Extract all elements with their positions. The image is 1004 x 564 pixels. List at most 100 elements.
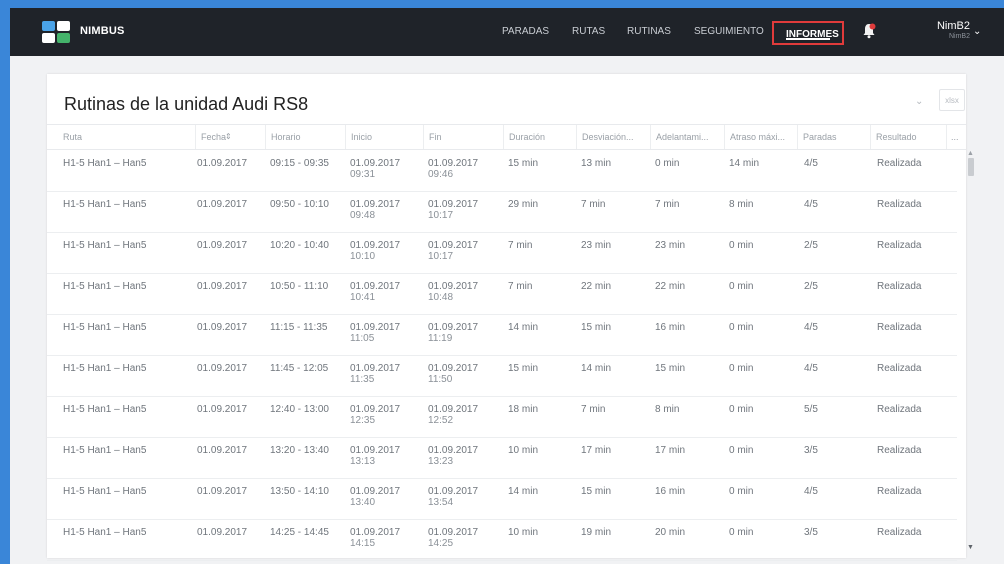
nav-seguimiento[interactable]: SEGUIMIENTO: [694, 26, 764, 37]
cell-date: 01.09.2017: [350, 404, 401, 415]
nav-informes[interactable]: INFORMES: [772, 21, 844, 45]
nimbus-logo-icon[interactable]: [42, 21, 72, 45]
table-cell-fin: 01.09.2017 13:23: [428, 445, 478, 467]
table-cell-desviacion: 14 min: [581, 363, 612, 374]
cell-date: 01.09.2017: [428, 404, 479, 415]
table-cell-horario: 14:25 - 14:45: [270, 527, 329, 538]
cell-date: 01.09.2017: [350, 281, 401, 292]
table-cell-horario: 10:50 - 11:10: [270, 281, 329, 292]
table-cell-duracion: 7 min: [508, 281, 533, 292]
table-cell-fin: 01.09.2017 12:52: [428, 404, 478, 426]
scroll-down-icon[interactable]: ▼: [967, 544, 974, 551]
table-row[interactable]: H1-5 Han1 – Han5 01.09.2017 09:15 - 09:35 0…: [47, 150, 957, 192]
table-cell-horario: 11:15 - 11:35: [270, 322, 328, 333]
table-cell-inicio: 01.09.2017 14:15: [350, 527, 400, 549]
table-cell-fin: 01.09.2017 11:50: [428, 363, 478, 385]
nav-rutas[interactable]: RUTAS: [572, 26, 605, 37]
cell-time: 13:54: [428, 497, 454, 508]
table-row[interactable]: H1-5 Han1 – Han5 01.09.2017 10:50 - 11:10 0…: [47, 273, 957, 315]
table-cell-atraso: 0 min: [729, 363, 754, 374]
table-cell-fin: 01.09.2017 11:19: [428, 322, 478, 344]
cell-date: 01.09.2017: [428, 322, 479, 333]
col-desviacion[interactable]: Desviación...: [576, 125, 650, 149]
nav-paradas[interactable]: PARADAS: [502, 26, 549, 37]
table-cell-duracion: 7 min: [508, 240, 533, 251]
col-ruta[interactable]: Ruta: [47, 125, 195, 149]
cell-time: 11:19: [428, 333, 453, 344]
table-cell-fin: 01.09.2017 10:48: [428, 281, 478, 303]
table-row[interactable]: H1-5 Han1 – Han5 01.09.2017 12:40 - 13:00 0…: [47, 396, 957, 438]
table-row[interactable]: H1-5 Han1 – Han5 01.09.2017 13:20 - 13:40 0…: [47, 437, 957, 479]
cell-date: 01.09.2017: [428, 158, 479, 169]
col-horario[interactable]: Horario: [265, 125, 345, 149]
table-cell-inicio: 01.09.2017 13:13: [350, 445, 400, 467]
column-menu-icon[interactable]: ...: [946, 125, 966, 149]
table-row[interactable]: H1-5 Han1 – Han5 01.09.2017 14:25 - 14:45 0…: [47, 519, 957, 561]
collapse-chevron-icon[interactable]: ⌄: [915, 96, 923, 107]
cell-time: 12:35: [350, 415, 376, 426]
table-cell-adelanto: 7 min: [655, 199, 680, 210]
table-cell-ruta: H1-5 Han1 – Han5: [63, 363, 147, 374]
table-cell-resultado: Realizada: [877, 199, 922, 210]
table-cell-fecha: 01.09.2017: [197, 363, 248, 374]
nav-rutinas[interactable]: RUTINAS: [627, 26, 671, 37]
export-xlsx-button[interactable]: xlsx: [939, 89, 965, 111]
cell-time: 10:10: [350, 251, 376, 262]
table-cell-adelanto: 22 min: [655, 281, 686, 292]
cell-time: 10:17: [428, 210, 454, 221]
table-cell-resultado: Realizada: [877, 240, 922, 251]
table-cell-fecha: 01.09.2017: [197, 240, 248, 251]
table-cell-atraso: 0 min: [729, 445, 754, 456]
table-cell-resultado: Realizada: [877, 281, 922, 292]
table-cell-adelanto: 16 min: [655, 322, 686, 333]
table-cell-paradas: 3/5: [804, 445, 818, 456]
col-paradas[interactable]: Paradas: [797, 125, 870, 149]
table-cell-paradas: 5/5: [804, 404, 818, 415]
table-cell-fin: 01.09.2017 14:25: [428, 527, 478, 549]
table-cell-resultado: Realizada: [877, 486, 922, 497]
notification-bell-icon[interactable]: [862, 23, 876, 39]
cell-time: 13:23: [428, 456, 454, 467]
cell-time: 10:17: [428, 251, 454, 262]
table-cell-adelanto: 8 min: [655, 404, 680, 415]
table-row[interactable]: H1-5 Han1 – Han5 01.09.2017 11:15 - 11:35 0…: [47, 314, 957, 356]
col-duracion[interactable]: Duración: [503, 125, 576, 149]
scrollbar-thumb[interactable]: [968, 158, 974, 176]
table-cell-fin: 01.09.2017 10:17: [428, 240, 478, 262]
table-cell-fecha: 01.09.2017: [197, 281, 248, 292]
col-resultado[interactable]: Resultado: [870, 125, 946, 149]
chevron-down-icon[interactable]: ⌄: [973, 26, 981, 37]
table-cell-ruta: H1-5 Han1 – Han5: [63, 240, 147, 251]
cell-time: 09:31: [350, 169, 376, 180]
table-cell-paradas: 4/5: [804, 486, 818, 497]
col-fin[interactable]: Fin: [423, 125, 503, 149]
cell-date: 01.09.2017: [350, 363, 401, 374]
table-cell-adelanto: 20 min: [655, 527, 686, 538]
col-atraso[interactable]: Atraso máxi...: [724, 125, 797, 149]
cell-date: 01.09.2017: [350, 199, 401, 210]
table-cell-adelanto: 0 min: [655, 158, 680, 169]
col-adelanto[interactable]: Adelantami...: [650, 125, 724, 149]
table-cell-ruta: H1-5 Han1 – Han5: [63, 527, 147, 538]
scroll-up-icon[interactable]: ▲: [967, 150, 974, 157]
sort-icon[interactable]: ⇕: [225, 125, 232, 149]
table-row[interactable]: H1-5 Han1 – Han5 01.09.2017 11:45 - 12:05 0…: [47, 355, 957, 397]
table-cell-paradas: 2/5: [804, 281, 818, 292]
table-cell-duracion: 10 min: [508, 445, 539, 456]
table-row[interactable]: H1-5 Han1 – Han5 01.09.2017 10:20 - 10:40 0…: [47, 232, 957, 274]
table-row[interactable]: H1-5 Han1 – Han5 01.09.2017 09:50 - 10:10 0…: [47, 191, 957, 233]
table-cell-resultado: Realizada: [877, 322, 922, 333]
table-cell-desviacion: 17 min: [581, 445, 612, 456]
table-row[interactable]: H1-5 Han1 – Han5 01.09.2017 13:50 - 14:10 0…: [47, 478, 957, 520]
user-subtitle: NimB2: [948, 33, 970, 40]
table-cell-desviacion: 23 min: [581, 240, 612, 251]
table-cell-fecha: 01.09.2017: [197, 445, 248, 456]
table-cell-desviacion: 19 min: [581, 527, 612, 538]
cell-time: 11:05: [350, 333, 375, 344]
col-inicio[interactable]: Inicio: [345, 125, 423, 149]
table-cell-inicio: 01.09.2017 13:40: [350, 486, 400, 508]
table-cell-atraso: 0 min: [729, 527, 754, 538]
cell-time: 11:35: [350, 374, 375, 385]
brand-name[interactable]: NIMBUS: [80, 25, 125, 37]
user-menu[interactable]: NimB2 NimB2: [930, 20, 970, 40]
